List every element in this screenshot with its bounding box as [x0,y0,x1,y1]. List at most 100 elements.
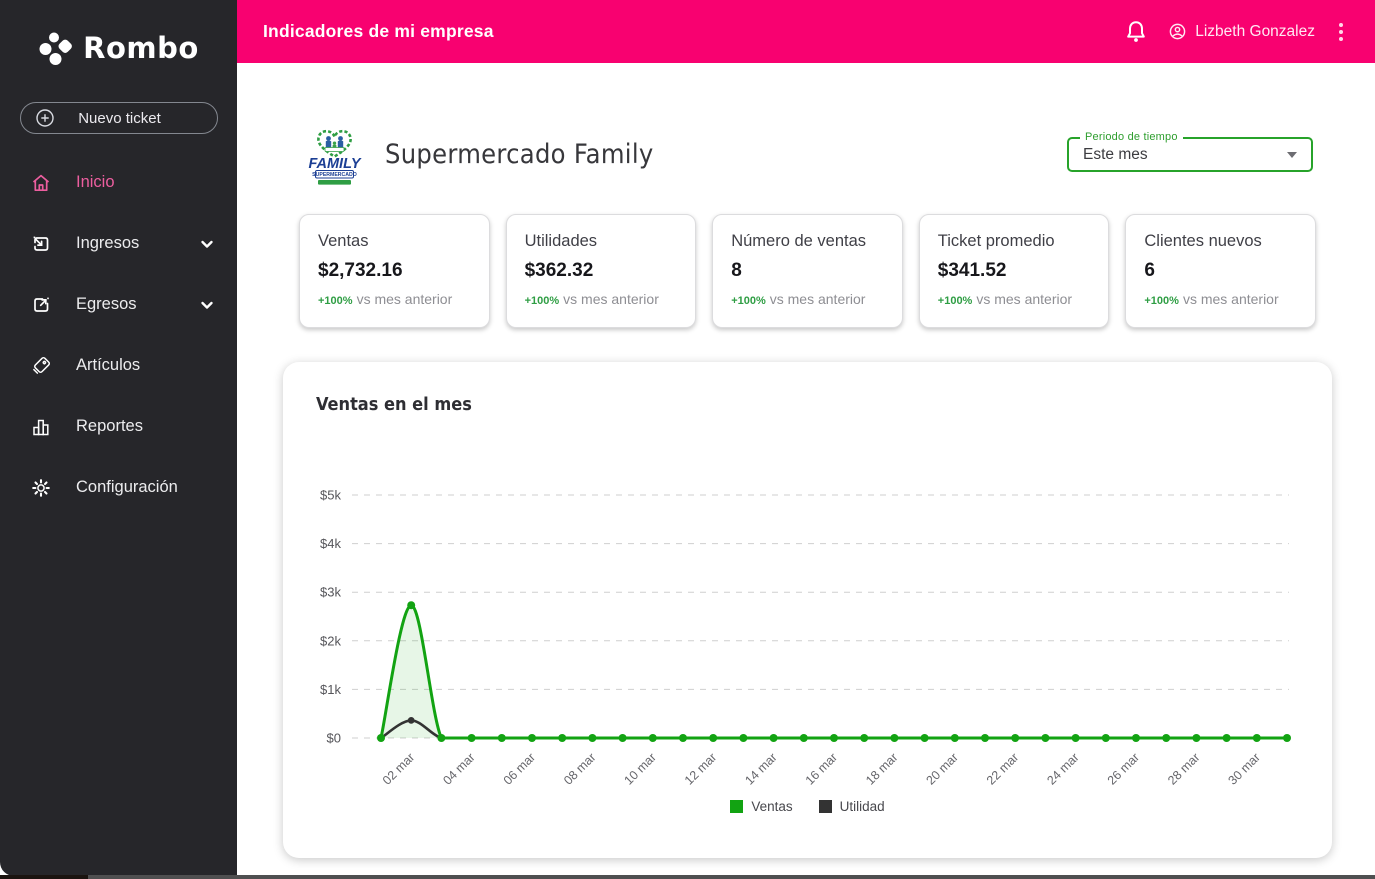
kpi-value: $341.52 [937,260,1007,281]
ingresos-icon [30,233,52,255]
kpi-title: Ventas [318,232,369,250]
svg-text:14 mar: 14 mar [742,750,779,787]
sidebar-item-ingresos[interactable]: Ingresos [0,213,237,274]
account-icon [1168,22,1187,41]
legend-label: Ventas [751,799,793,814]
legend-label: Utilidad [839,799,885,814]
kpi-value: $362.32 [524,260,594,281]
page-title: Indicadores de mi empresa [263,21,494,41]
topbar: Indicadores de mi empresa Lizbeth Gonzal… [237,0,1375,63]
kpi-title: Clientes nuevos [1144,232,1262,250]
kpi-comparison: +100% vs mes anterior [731,291,866,307]
plus-circle-icon [35,108,55,128]
scrollbar-thumb[interactable] [0,875,88,879]
kpi-delta: +100% [524,295,560,307]
kpi-comparison: +100% vs mes anterior [524,291,659,307]
svg-text:$3k: $3k [320,585,341,600]
family-logo: FAMILY SUPERMERCADO [304,123,365,186]
ventas-line-chart: $0 $1k $2k $3k $4k $5k 02 mar 04 mar 06 mar 08 ma… [320,488,1291,788]
kpi-delta: +100% [937,295,973,307]
kpi-card-clientes-nuevos: Clientes nuevos 6 +100% vs mes anterior [1125,214,1316,328]
kpi-card-ticket-promedio: Ticket promedio $341.52 +100% vs mes ante… [918,214,1110,328]
svg-text:22 mar: 22 mar [984,750,1021,787]
sidebar: Rombo Nuevo ticket Inicio Ingresos Egres… [0,0,237,876]
svg-text:24 mar: 24 mar [1044,750,1081,787]
chevron-down-icon [199,297,215,313]
svg-text:26 mar: 26 mar [1105,750,1142,787]
svg-text:$0: $0 [327,731,341,746]
home-icon [30,172,52,194]
chart-title: Ventas en el mes [316,394,472,415]
kpi-comparison: +100% vs mes anterior [937,291,1073,307]
legend-item-utilidad[interactable]: Utilidad [818,799,885,814]
kpi-row: Ventas $2,732.16 +100% vs mes anterior Ut… [299,214,1316,328]
sidebar-item-inicio[interactable]: Inicio [0,152,237,213]
svg-text:30 mar: 30 mar [1226,750,1263,787]
legend-swatch-utilidad [818,800,832,813]
company-identity: FAMILY SUPERMERCADO Supermercado Family [304,123,654,186]
kpi-value: $2,732.16 [318,260,403,281]
sidebar-item-egresos[interactable]: Egresos [0,274,237,335]
rombo-logo-icon [38,30,74,66]
egresos-icon [30,294,52,316]
svg-text:16 mar: 16 mar [803,750,840,787]
rombo-logo-text: Rombo [83,31,199,65]
svg-text:28 mar: 28 mar [1165,750,1202,787]
svg-text:10 mar: 10 mar [622,750,659,787]
kpi-value: 6 [1144,260,1155,281]
kpi-card-ventas: Ventas $2,732.16 +100% vs mes anterior [299,214,490,328]
sidebar-item-label: Ingresos [76,234,140,252]
horizontal-scrollbar[interactable] [0,875,1375,879]
company-header: FAMILY SUPERMERCADO Supermercado Family … [237,63,1375,186]
svg-text:06 mar: 06 mar [501,750,538,787]
kpi-comparison: +100% vs mes anterior [318,291,453,307]
kpi-title: Número de ventas [731,232,867,250]
kpi-title: Utilidades [524,232,598,250]
svg-text:$1k: $1k [320,682,341,697]
period-select[interactable]: Periodo de tiempo Este mes [1067,131,1313,172]
svg-text:20 mar: 20 mar [924,750,961,787]
tag-icon [30,355,52,377]
svg-text:SUPERMERCADO: SUPERMERCADO [312,172,357,178]
sidebar-item-label: Reportes [76,417,143,435]
gear-icon [30,477,52,499]
user-name: Lizbeth Gonzalez [1195,22,1315,40]
legend-item-ventas[interactable]: Ventas [730,799,793,814]
period-select-label: Periodo de tiempo [1080,131,1183,143]
kpi-delta: +100% [1144,295,1179,307]
bell-icon[interactable] [1120,15,1152,49]
sidebar-item-label: Configuración [76,478,178,496]
company-name: Supermercado Family [385,139,654,170]
kpi-delta: +100% [318,295,353,307]
kpi-title: Ticket promedio [937,232,1055,250]
svg-text:12 mar: 12 mar [682,750,719,787]
legend-swatch-ventas [730,800,744,813]
main-content: FAMILY SUPERMERCADO Supermercado Family … [237,63,1375,879]
dropdown-arrow-icon [1287,151,1297,158]
user-menu[interactable]: Lizbeth Gonzalez [1168,22,1315,41]
sidebar-item-configuracion[interactable]: Configuración [0,457,237,518]
period-select-value: Este mes [1083,145,1148,163]
sidebar-item-articulos[interactable]: Artículos [0,335,237,396]
kpi-card-utilidades: Utilidades $362.32 +100% vs mes anterior [505,214,697,328]
rombo-logo: Rombo [0,0,237,66]
svg-text:$4k: $4k [320,536,341,551]
kpi-comparison: +100% vs mes anterior [1144,291,1279,307]
sidebar-item-label: Egresos [76,295,137,313]
svg-text:$5k: $5k [320,488,341,503]
svg-text:04 mar: 04 mar [440,750,477,787]
new-ticket-button[interactable]: Nuevo ticket [19,102,218,134]
svg-text:08 mar: 08 mar [561,750,598,787]
kpi-card-numero-ventas: Número de ventas 8 +100% vs mes anterior [712,214,903,328]
svg-text:02 mar: 02 mar [380,750,417,787]
topbar-actions: Lizbeth Gonzalez [1120,15,1351,49]
svg-text:FAMILY: FAMILY [308,156,361,172]
chart-legend: Ventas Utilidad [283,799,1332,814]
kebab-menu-icon[interactable] [1331,19,1351,45]
svg-text:18 mar: 18 mar [863,750,900,787]
kpi-value: 8 [731,260,742,281]
sidebar-item-reportes[interactable]: Reportes [0,396,237,457]
sidebar-item-label: Artículos [76,356,141,374]
new-ticket-label: Nuevo ticket [78,109,161,127]
chevron-down-icon [199,236,215,252]
